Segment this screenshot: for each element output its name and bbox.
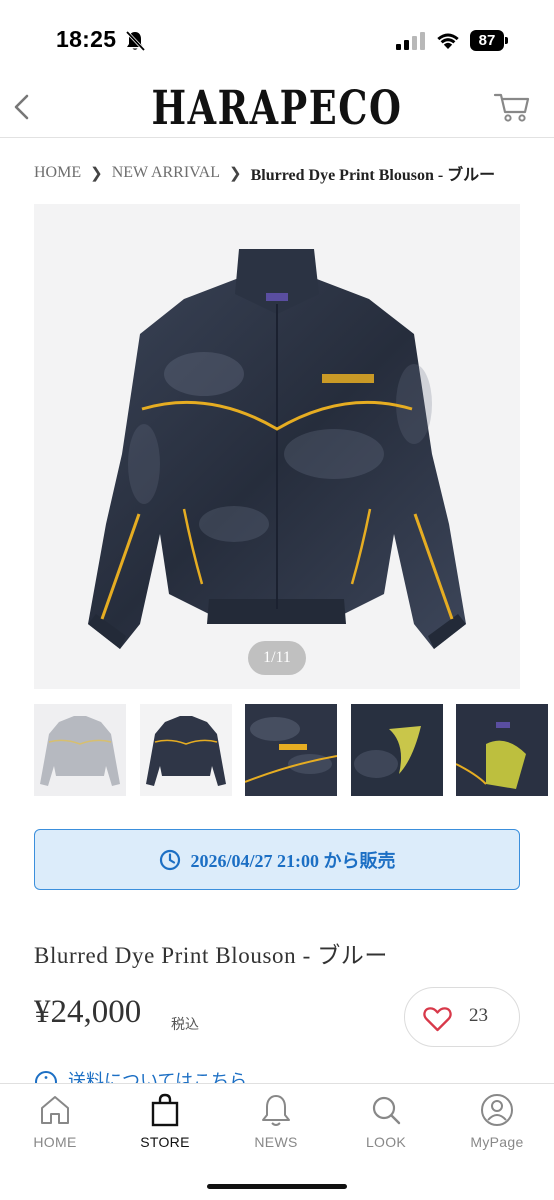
nav-store-label: STORE — [140, 1134, 190, 1150]
nav-news-label: NEWS — [254, 1134, 298, 1150]
image-counter: 1/11 — [248, 641, 306, 675]
nav-mypage[interactable]: MyPage — [447, 1092, 547, 1172]
chevron-right-icon: ❯ — [229, 165, 242, 182]
battery-icon: 87 — [470, 30, 508, 51]
home-indicator[interactable] — [207, 1184, 347, 1189]
app-header: HARAPECO — [0, 80, 554, 138]
battery-level: 87 — [470, 30, 504, 51]
cart-icon[interactable] — [493, 90, 531, 124]
product-title: Blurred Dye Print Blouson - ブルー — [34, 943, 388, 968]
breadcrumb: HOME ❯ NEW ARRIVAL ❯ Blurred Dye Print B… — [34, 160, 534, 186]
chevron-right-icon: ❯ — [90, 165, 103, 182]
status-bar: 18:25 87 — [0, 0, 554, 80]
breadcrumb-new-arrival[interactable]: NEW ARRIVAL — [112, 164, 220, 182]
nav-home[interactable]: HOME — [5, 1092, 105, 1172]
nav-home-label: HOME — [33, 1134, 77, 1150]
product-price: ¥24,000 — [34, 994, 142, 1030]
heart-icon — [423, 1007, 452, 1032]
bell-icon — [262, 1095, 290, 1126]
bottom-nav: HOME STORE NEWS LOOK MyPage — [0, 1083, 554, 1200]
bell-slash-icon — [125, 30, 146, 52]
nav-news[interactable]: NEWS — [226, 1092, 326, 1172]
wifi-icon — [437, 33, 459, 49]
home-icon — [41, 1096, 69, 1124]
search-icon — [372, 1096, 401, 1125]
nav-mypage-label: MyPage — [470, 1134, 524, 1150]
thumbnail-3[interactable] — [245, 704, 337, 796]
breadcrumb-home[interactable]: HOME — [34, 164, 81, 182]
brand-logo[interactable]: HARAPECO — [61, 80, 493, 138]
thumbnail-1[interactable] — [34, 704, 126, 796]
thumbnail-strip[interactable] — [34, 704, 554, 796]
thumbnail-2[interactable] — [140, 704, 232, 796]
product-main-image[interactable]: 1/11 — [34, 204, 520, 689]
release-date-text: 2026/04/27 21:00 から販売 — [190, 850, 396, 871]
nav-look-label: LOOK — [365, 1134, 407, 1150]
nav-look[interactable]: LOOK — [336, 1092, 436, 1172]
status-time: 18:25 — [56, 26, 117, 52]
like-button[interactable]: 23 — [404, 987, 520, 1047]
thumbnail-4[interactable] — [351, 704, 443, 796]
jacket-photo — [34, 204, 520, 689]
tax-label: 税込 — [171, 1018, 199, 1033]
user-icon — [481, 1094, 513, 1126]
nav-store[interactable]: STORE — [115, 1092, 215, 1172]
thumbnail-5[interactable] — [456, 704, 548, 796]
release-date-banner: 2026/04/27 21:00 から販売 — [34, 829, 520, 890]
breadcrumb-current: Blurred Dye Print Blouson - ブルー — [250, 167, 496, 184]
signal-icon — [396, 32, 425, 50]
shopping-bag-icon — [151, 1093, 179, 1127]
clock-icon — [159, 849, 180, 870]
like-count: 23 — [469, 1005, 488, 1026]
back-arrow-icon[interactable] — [8, 90, 36, 124]
